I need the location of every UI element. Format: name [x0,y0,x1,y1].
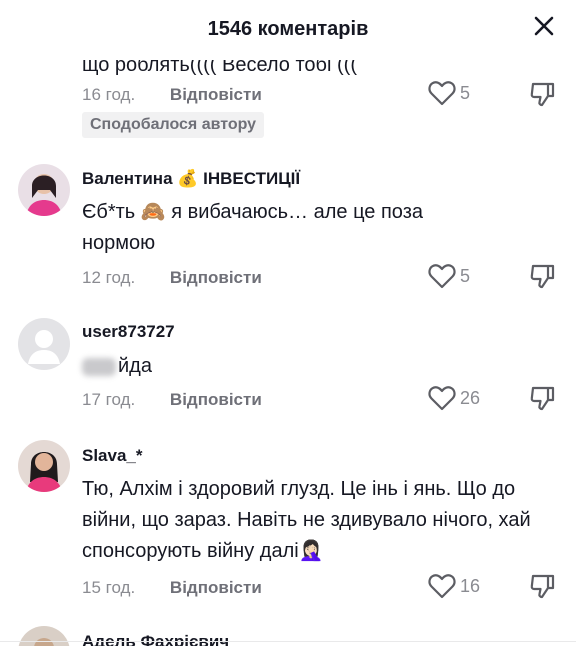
avatar[interactable] [18,626,70,646]
like-button[interactable]: 5 [428,263,470,289]
bottom-divider [0,641,576,642]
comment-meta: 16 год. Відповісти [82,85,262,105]
reply-button[interactable]: Відповісти [170,578,262,597]
comment-text: Тю, Алхім і здоровий глузд. Це інь і янь… [82,478,531,562]
avatar[interactable] [18,164,70,216]
reply-button[interactable]: Відповісти [170,85,262,104]
comment-meta: 15 год. Відповісти [82,578,262,598]
heart-icon [428,264,456,289]
heart-icon [428,386,456,411]
like-button[interactable]: 5 [428,80,470,106]
comment-text-row: йда [82,351,522,382]
comment-text: йда [118,355,152,377]
dislike-icon[interactable] [528,572,556,600]
comment-text: Єб*ть 🙈 я вибачаюсь… але це поза нормою [82,201,423,254]
reply-button[interactable]: Відповісти [170,268,262,287]
comments-count-title: 1546 коментарів [207,18,369,40]
dislike-icon[interactable] [528,262,556,290]
avatar[interactable] [18,440,70,492]
comment-time: 16 год. [82,85,136,104]
dislike-icon[interactable] [528,80,556,108]
comment-username[interactable]: Slava_* [82,446,143,466]
comment-list: що роблять(((( Весело тобі ((( 16 год. В… [0,0,576,646]
like-button[interactable]: 16 [428,573,480,599]
heart-icon [428,574,456,599]
like-button[interactable]: 26 [428,385,480,411]
comment-meta: 17 год. Відповісти [82,390,262,410]
comment-meta: 12 год. Відповісти [82,268,262,288]
comment-username[interactable]: user873727 [82,322,175,342]
close-icon[interactable] [530,12,558,40]
reply-button[interactable]: Відповісти [170,390,262,409]
blurred-text [82,357,116,376]
comment-time: 17 год. [82,390,136,409]
heart-icon [428,81,456,106]
liked-by-author-badge: Сподобалося автору [82,112,265,138]
comment-username[interactable]: Адель Фахрієвич [82,632,229,646]
comment-time: 12 год. [82,268,136,287]
comment-time: 15 год. [82,578,136,597]
avatar[interactable] [18,318,70,370]
like-count: 26 [460,387,481,408]
comments-header: 1546 коментарів [0,0,576,60]
comment-username[interactable]: Валентина 💰 ІНВЕСТИЦІЇ [82,169,300,189]
dislike-icon[interactable] [528,384,556,412]
like-count: 5 [460,265,471,286]
like-count: 5 [460,82,471,103]
like-count: 16 [460,575,481,596]
